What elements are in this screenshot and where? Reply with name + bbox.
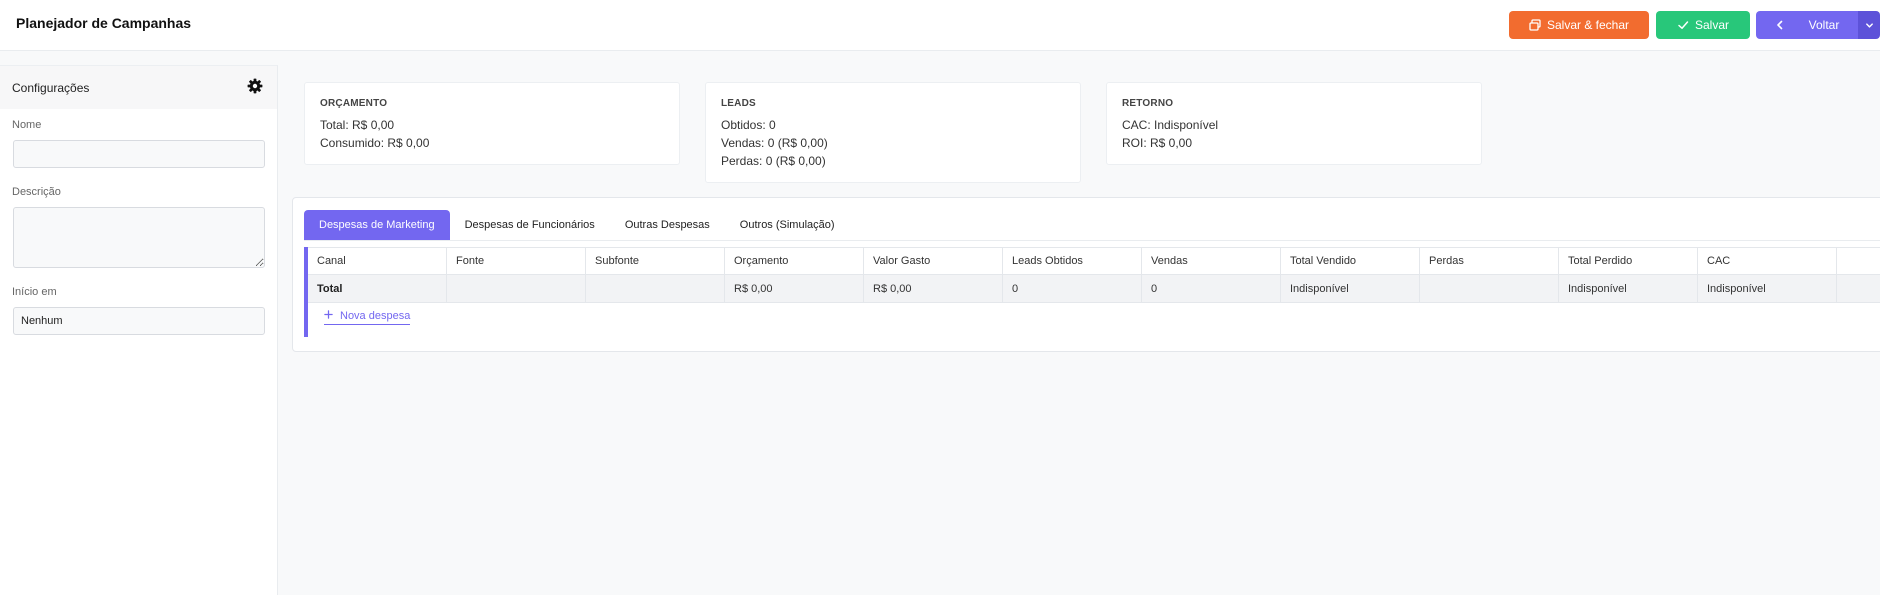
col-orcamento: Orçamento [725, 248, 864, 274]
total-fonte [447, 275, 586, 302]
save-label: Salvar [1694, 18, 1729, 32]
leads-obtained: Obtidos: 0 [721, 118, 776, 132]
return-cac: CAC: Indisponível [1122, 118, 1219, 132]
total-cac: Indisponível [1698, 275, 1837, 302]
leads-title: LEADS [721, 98, 756, 109]
budget-card: ORÇAMENTO Total: R$ 0,00 Consumido: R$ 0… [304, 82, 680, 165]
budget-total: Total: R$ 0,00 [320, 118, 395, 132]
col-canal: Canal [308, 248, 447, 274]
save-close-icon [1529, 19, 1541, 31]
description-field[interactable] [13, 207, 265, 268]
save-button[interactable]: Salvar [1656, 11, 1750, 39]
budget-title: ORÇAMENTO [320, 98, 388, 109]
add-expense-label: Nova despesa [340, 310, 411, 322]
return-card: RETORNO CAC: Indisponível ROI: R$ 0,00 [1106, 82, 1482, 165]
col-cac: CAC [1698, 248, 1837, 274]
description-label: Descrição [12, 186, 61, 198]
save-and-close-label: Salvar & fechar [1546, 18, 1630, 32]
leads-sales: Vendas: 0 (R$ 0,00) [721, 136, 828, 150]
tab-bar: Despesas de Marketing Despesas de Funcio… [304, 210, 850, 240]
back-label: Voltar [1808, 18, 1840, 32]
total-actions [1837, 275, 1880, 302]
expenses-table: Canal Fonte Subfonte Orçamento Valor Gas… [304, 247, 1880, 337]
top-bar: Planejador de Campanhas Salvar & fechar … [0, 0, 1880, 51]
budget-consumed: Consumido: R$ 0,00 [320, 136, 430, 150]
plus-icon [324, 310, 333, 322]
col-valor-gasto: Valor Gasto [864, 248, 1003, 274]
col-total-perdido: Total Perdido [1559, 248, 1698, 274]
total-leads-obtidos: 0 [1003, 275, 1142, 302]
gear-icon[interactable] [247, 78, 263, 97]
col-vendas: Vendas [1142, 248, 1281, 274]
col-leads-obtidos: Leads Obtidos [1003, 248, 1142, 274]
settings-title: Configurações [12, 80, 90, 95]
leads-card: LEADS Obtidos: 0 Vendas: 0 (R$ 0,00) Per… [705, 82, 1081, 183]
name-field[interactable] [13, 140, 265, 168]
tab-other-simulation[interactable]: Outros (Simulação) [725, 210, 850, 240]
return-title: RETORNO [1122, 98, 1174, 109]
tab-divider [304, 240, 1880, 241]
chevron-down-icon [1865, 21, 1874, 30]
total-total-perdido: Indisponível [1559, 275, 1698, 302]
return-roi: ROI: R$ 0,00 [1122, 136, 1193, 150]
start-date-label: Início em [12, 286, 57, 298]
leads-losses: Perdas: 0 (R$ 0,00) [721, 154, 826, 168]
total-valor-gasto: R$ 0,00 [864, 275, 1003, 302]
total-vendas: 0 [1142, 275, 1281, 302]
check-icon [1677, 19, 1689, 31]
table-row-total: Total R$ 0,00 R$ 0,00 0 0 Indisponível I… [308, 275, 1880, 303]
name-label: Nome [12, 119, 42, 131]
total-total-vendido: Indisponível [1281, 275, 1420, 302]
total-perdas [1420, 275, 1559, 302]
total-subfonte [586, 275, 725, 302]
col-fonte: Fonte [447, 248, 586, 274]
start-date-field[interactable] [13, 307, 265, 335]
col-actions [1837, 248, 1880, 274]
total-canal: Total [308, 275, 447, 302]
page-title: Planejador de Campanhas [16, 15, 192, 31]
total-orcamento: R$ 0,00 [725, 275, 864, 302]
add-expense-link[interactable]: Nova despesa [324, 310, 411, 325]
save-and-close-button[interactable]: Salvar & fechar [1509, 11, 1649, 39]
col-subfonte: Subfonte [586, 248, 725, 274]
tab-employee-expenses[interactable]: Despesas de Funcionários [450, 210, 610, 240]
back-button[interactable]: Voltar [1756, 11, 1858, 39]
table-header-row: Canal Fonte Subfonte Orçamento Valor Gas… [308, 247, 1880, 275]
col-total-vendido: Total Vendido [1281, 248, 1420, 274]
expenses-panel: Despesas de Marketing Despesas de Funcio… [292, 197, 1880, 352]
col-perdas: Perdas [1420, 248, 1559, 274]
settings-sidebar: Configurações Nome Descrição Início em N… [0, 65, 278, 595]
tab-other-expenses[interactable]: Outras Despesas [610, 210, 725, 240]
tab-marketing-expenses[interactable]: Despesas de Marketing [304, 210, 450, 240]
back-dropdown-button[interactable] [1858, 11, 1880, 39]
chevron-left-icon [1775, 20, 1785, 30]
settings-header: Configurações [0, 66, 277, 109]
